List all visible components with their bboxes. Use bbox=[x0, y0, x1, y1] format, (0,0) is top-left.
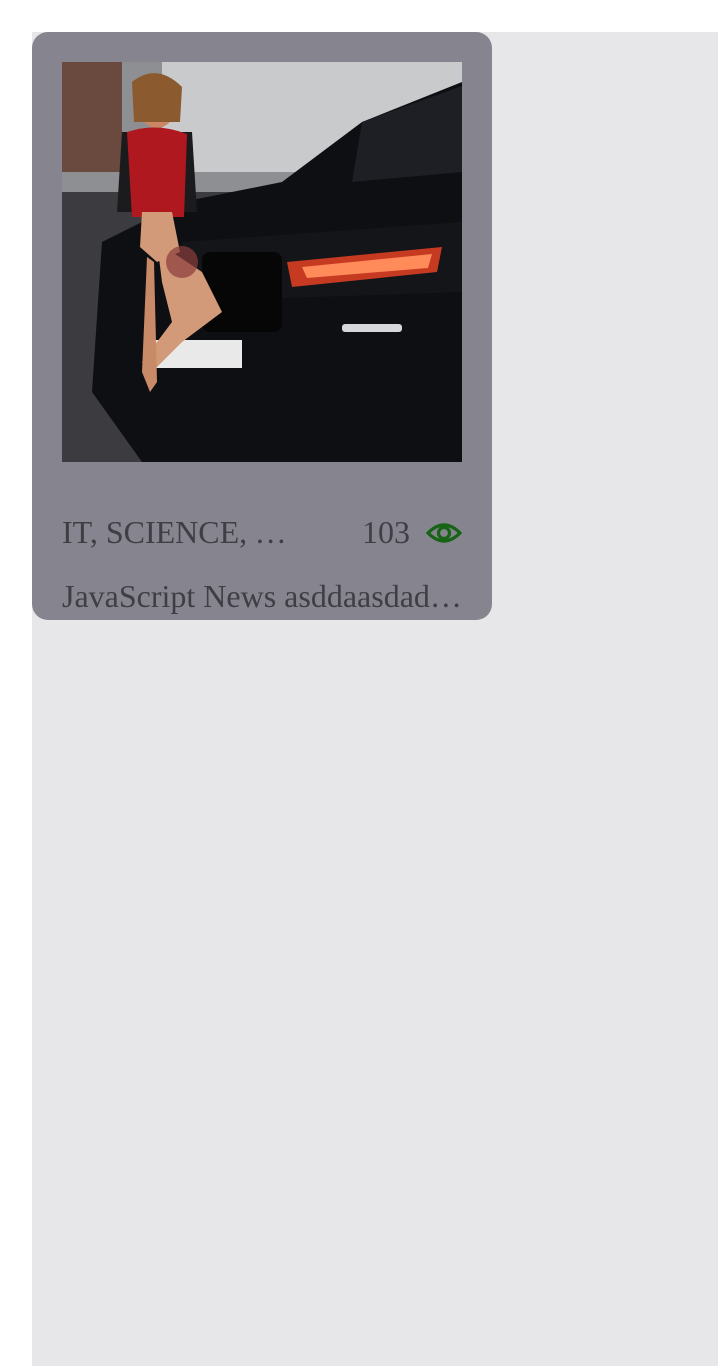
card-title[interactable]: JavaScript News asddaasdadasdasd bbox=[62, 576, 462, 616]
views-count: 103 bbox=[362, 514, 410, 550]
eye-icon[interactable] bbox=[426, 518, 462, 548]
news-card-image[interactable] bbox=[62, 62, 462, 462]
news-image-illustration bbox=[62, 62, 462, 462]
card-categories: IT, SCIENCE, TECH bbox=[62, 514, 302, 550]
news-card[interactable]: IT, SCIENCE, TECH 103 JavaScript News as… bbox=[32, 32, 492, 620]
card-meta-row: IT, SCIENCE, TECH 103 bbox=[62, 510, 462, 554]
